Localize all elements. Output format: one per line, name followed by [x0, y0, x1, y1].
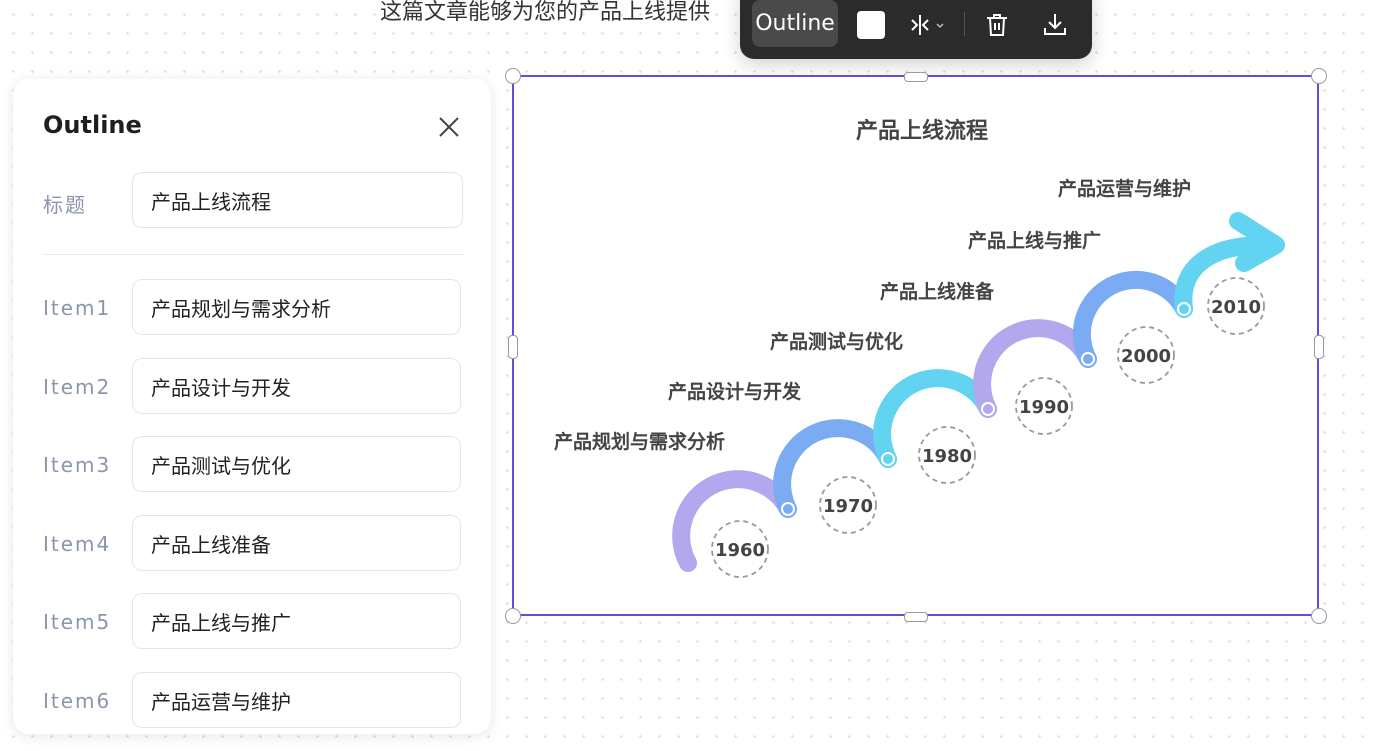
- connector-dot: [781, 502, 795, 516]
- connector-dot: [981, 402, 995, 416]
- diagram-title: 产品上线流程: [856, 118, 988, 144]
- resize-handle-top[interactable]: [904, 72, 928, 82]
- trash-icon: [987, 14, 1007, 36]
- item4-input[interactable]: [132, 515, 461, 571]
- item2-label: Item2: [43, 375, 112, 399]
- year-label-2: 1970: [823, 496, 873, 517]
- panel-divider: [43, 254, 463, 255]
- resize-handle-top-left[interactable]: [505, 68, 521, 84]
- download-icon: [1044, 14, 1066, 35]
- item3-input[interactable]: [132, 436, 461, 492]
- color-swatch-button[interactable]: [857, 11, 885, 39]
- resize-handle-bottom-left[interactable]: [505, 608, 521, 624]
- panel-title: Outline: [43, 111, 142, 139]
- item6-input[interactable]: [132, 672, 461, 728]
- close-button[interactable]: [435, 113, 463, 141]
- connector-dot: [1177, 302, 1191, 316]
- resize-handle-bottom-right[interactable]: [1311, 608, 1327, 624]
- connector-dot: [1081, 352, 1095, 366]
- infographic-canvas[interactable]: 产品上线流程 1960 1970 1980 1990 2000 2010 产品规…: [512, 75, 1319, 616]
- close-icon: [439, 117, 459, 137]
- item5-label: Item5: [43, 610, 112, 634]
- title-field-label: 标题: [43, 193, 87, 217]
- item1-label: Item1: [43, 296, 112, 320]
- timeline-diagram: 产品上线流程 1960 1970 1980 1990 2000 2010 产品规…: [554, 118, 1285, 578]
- item6-label: Item6: [43, 689, 112, 713]
- floating-toolbar: Outline: [740, 0, 1092, 59]
- outline-button[interactable]: Outline: [752, 0, 838, 47]
- step-label-1: 产品规划与需求分析: [554, 430, 725, 453]
- delete-button[interactable]: [980, 8, 1014, 42]
- item3-label: Item3: [43, 453, 112, 477]
- document-text: 这篇文章能够为您的产品上线提供: [380, 0, 711, 25]
- resize-handle-right[interactable]: [1314, 335, 1324, 359]
- outline-panel: Outline 标题 Item1 Item2 Item3 Item4 Item5…: [13, 79, 491, 734]
- connector-dot: [881, 452, 895, 466]
- resize-handle-bottom[interactable]: [904, 612, 928, 622]
- step-label-2: 产品设计与开发: [668, 380, 802, 403]
- step-label-3: 产品测试与优化: [770, 330, 903, 353]
- year-label-1: 1960: [715, 540, 765, 561]
- step-label-6: 产品运营与维护: [1058, 177, 1191, 200]
- item2-input[interactable]: [132, 358, 461, 414]
- year-label-4: 1990: [1019, 397, 1069, 418]
- resize-handle-left[interactable]: [508, 335, 518, 359]
- resize-handle-top-right[interactable]: [1311, 68, 1327, 84]
- title-input[interactable]: [132, 172, 463, 228]
- step-label-4: 产品上线准备: [880, 280, 995, 303]
- mirror-icon: [911, 15, 944, 35]
- toolbar-separator: [964, 12, 965, 36]
- item5-input[interactable]: [132, 593, 461, 649]
- year-label-5: 2000: [1121, 346, 1171, 367]
- item1-input[interactable]: [132, 279, 461, 335]
- step-label-5: 产品上线与推广: [968, 229, 1101, 252]
- mirror-button[interactable]: [904, 8, 952, 42]
- year-label-3: 1980: [922, 446, 972, 467]
- item4-label: Item4: [43, 532, 112, 556]
- download-button[interactable]: [1038, 8, 1072, 42]
- year-label-6: 2010: [1211, 297, 1261, 318]
